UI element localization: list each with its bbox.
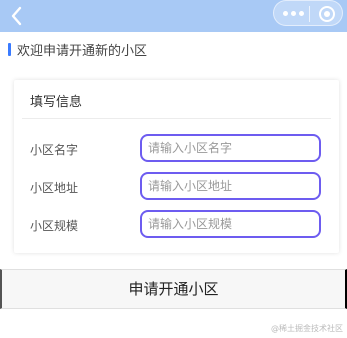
watermark: @稀土掘金技术社区 <box>271 324 343 333</box>
apply-open-community-button[interactable]: 申请开通小区 <box>0 269 347 309</box>
welcome-text: 欢迎申请开通新的小区 <box>17 43 148 59</box>
community-address-input[interactable] <box>140 172 321 200</box>
form-card: 填写信息 小区名字 小区地址 小区规模 <box>14 80 339 253</box>
divider <box>22 118 331 119</box>
community-name-label: 小区名字 <box>30 143 79 157</box>
chevron-left-icon <box>11 6 22 26</box>
navigation-bar <box>0 0 347 32</box>
target-circle-icon[interactable] <box>319 6 335 22</box>
back-button[interactable] <box>4 2 32 30</box>
community-address-label: 小区地址 <box>30 181 79 195</box>
accent-bar <box>8 42 11 56</box>
community-scale-input[interactable] <box>140 210 321 238</box>
community-scale-label: 小区规模 <box>30 219 79 233</box>
more-dots-icon[interactable] <box>283 11 305 17</box>
capsule-divider <box>309 6 310 22</box>
form-title: 填写信息 <box>30 95 83 110</box>
welcome-heading: 欢迎申请开通新的小区 <box>8 41 148 59</box>
community-name-input[interactable] <box>140 134 321 162</box>
mini-program-capsule <box>273 0 343 26</box>
